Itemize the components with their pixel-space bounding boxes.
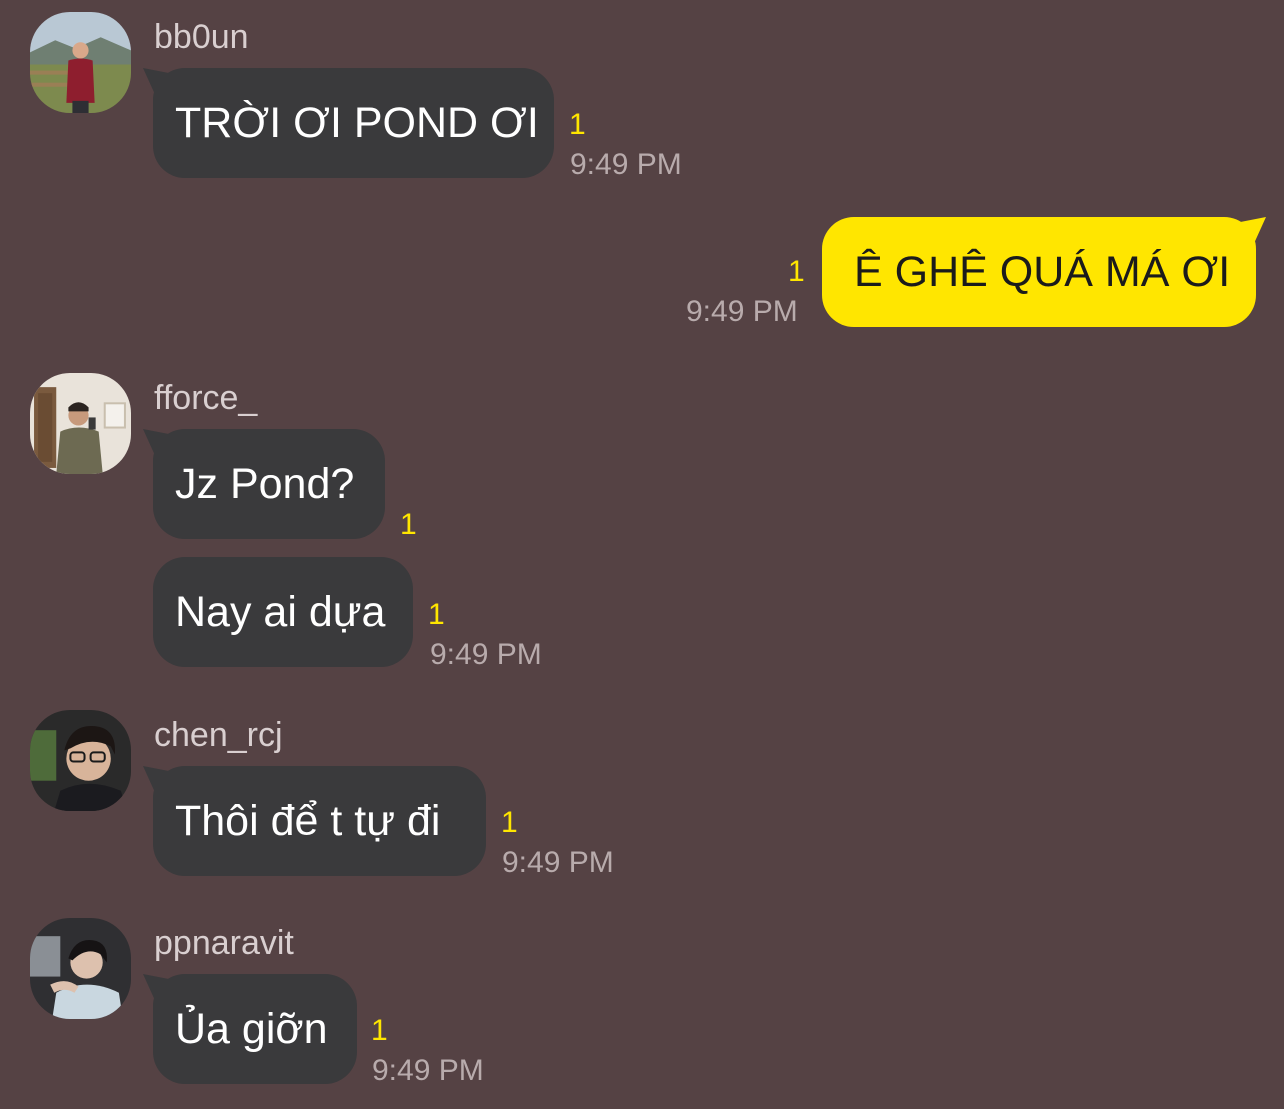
message-text: Ủa giỡn bbox=[175, 1005, 328, 1053]
message-text: Jz Pond? bbox=[175, 460, 355, 508]
avatar-chen-rcj[interactable] bbox=[30, 710, 131, 811]
message-text: TRỜI ƠI POND ƠI bbox=[175, 99, 539, 147]
message-bubble[interactable]: TRỜI ƠI POND ƠI bbox=[153, 68, 554, 178]
sender-name: ppnaravit bbox=[154, 924, 294, 962]
unread-count: 1 bbox=[371, 1014, 388, 1047]
message-bubble[interactable]: Ủa giỡn bbox=[153, 974, 357, 1084]
message-text: Nay ai dựa bbox=[175, 588, 386, 636]
timestamp: 9:49 PM bbox=[430, 638, 542, 671]
sender-name: fforce_ bbox=[154, 379, 258, 417]
outgoing-message-bubble[interactable]: Ê GHÊ QUÁ MÁ ƠI bbox=[822, 217, 1256, 327]
timestamp: 9:49 PM bbox=[686, 295, 798, 328]
avatar-bb0un[interactable] bbox=[30, 12, 131, 113]
avatar-ppnaravit[interactable] bbox=[30, 918, 131, 1019]
profile-photo-icon bbox=[30, 12, 131, 113]
sender-name: bb0un bbox=[154, 18, 249, 56]
profile-photo-icon bbox=[30, 710, 131, 811]
sender-name: chen_rcj bbox=[154, 716, 283, 754]
message-text: Thôi để t tự đi bbox=[175, 797, 441, 845]
profile-photo-icon bbox=[30, 373, 131, 474]
unread-count: 1 bbox=[428, 598, 445, 631]
message-bubble[interactable]: Jz Pond? bbox=[153, 429, 385, 539]
timestamp: 9:49 PM bbox=[502, 846, 614, 879]
message-bubble[interactable]: Nay ai dựa bbox=[153, 557, 413, 667]
avatar-fforce[interactable] bbox=[30, 373, 131, 474]
unread-count: 1 bbox=[569, 108, 586, 141]
unread-count: 1 bbox=[400, 508, 417, 541]
message-text: Ê GHÊ QUÁ MÁ ƠI bbox=[854, 248, 1231, 296]
timestamp: 9:49 PM bbox=[570, 148, 682, 181]
profile-photo-icon bbox=[30, 918, 131, 1019]
timestamp: 9:49 PM bbox=[372, 1054, 484, 1087]
unread-count: 1 bbox=[788, 255, 805, 288]
message-bubble[interactable]: Thôi để t tự đi bbox=[153, 766, 486, 876]
unread-count: 1 bbox=[501, 806, 518, 839]
